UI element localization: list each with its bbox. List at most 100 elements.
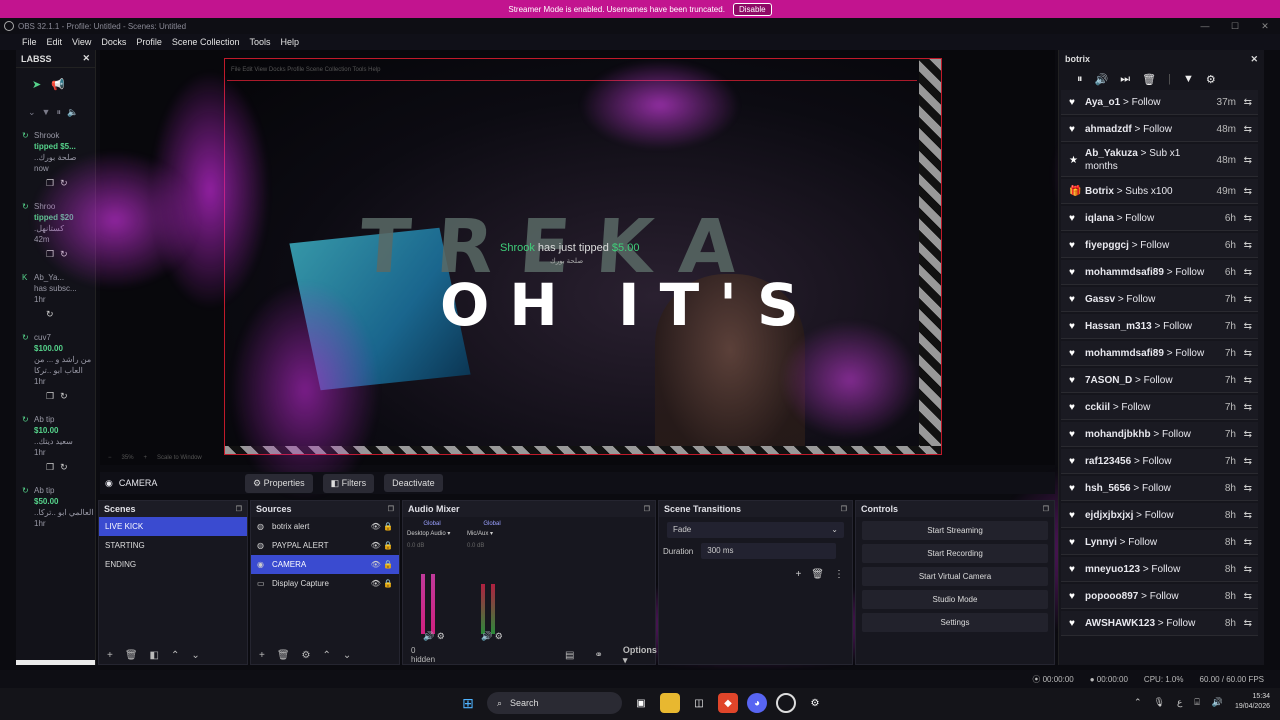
- replay-icon[interactable]: ↻: [60, 249, 68, 260]
- brave-icon[interactable]: ◆: [718, 693, 738, 713]
- replay-icon[interactable]: ⇆: [1244, 240, 1252, 251]
- menu-docks[interactable]: Docks: [101, 37, 126, 47]
- menu-help[interactable]: Help: [280, 37, 299, 47]
- chevron-up-icon[interactable]: ⌃: [1134, 697, 1142, 708]
- program-preview[interactable]: File Edit View Docks Profile Scene Colle…: [224, 58, 942, 455]
- obs-icon[interactable]: [776, 693, 796, 713]
- event-row[interactable]: ♥ mneyuo123 > Follow 8h ⇆: [1061, 557, 1258, 582]
- mixer-layout-icon[interactable]: ▤: [565, 650, 574, 661]
- maximize-icon[interactable]: ☐: [1220, 18, 1250, 34]
- chevron-down-icon[interactable]: ⌄: [343, 650, 351, 661]
- trash-icon[interactable]: 🗑: [811, 569, 824, 580]
- start-recording-button[interactable]: Start Recording: [862, 544, 1048, 563]
- close-icon[interactable]: ✕: [1250, 54, 1258, 65]
- mute-icon[interactable]: 🔊 ⚙: [423, 631, 445, 642]
- add-icon[interactable]: +: [795, 569, 801, 580]
- replay-icon[interactable]: ↻: [46, 309, 54, 320]
- copy-icon[interactable]: ❐: [46, 462, 54, 473]
- event-row[interactable]: ♥ cckiil > Follow 7h ⇆: [1061, 395, 1258, 420]
- copy-icon[interactable]: ❐: [46, 178, 54, 189]
- source-item[interactable]: ◍ botrix alert 👁 🔒: [251, 517, 399, 536]
- file-explorer-icon[interactable]: [660, 693, 680, 713]
- scene-item[interactable]: LIVE KICK: [99, 517, 247, 536]
- undock-icon[interactable]: ❐: [236, 505, 242, 513]
- trash-icon[interactable]: 🗑: [277, 650, 290, 661]
- replay-icon[interactable]: ⇆: [1244, 348, 1252, 359]
- clock[interactable]: 15:34 19/04/2026: [1235, 692, 1270, 712]
- filter-icon[interactable]: ▼: [1183, 73, 1194, 85]
- options-button[interactable]: Options ▾: [623, 645, 657, 666]
- horizontal-scrollbar[interactable]: [16, 660, 95, 665]
- copy-icon[interactable]: ❐: [46, 391, 54, 402]
- close-icon[interactable]: ✕: [82, 53, 90, 64]
- studio-mode-button[interactable]: Studio Mode: [862, 590, 1048, 609]
- event-row[interactable]: ♥ ejdjxjbxjxj > Follow 8h ⇆: [1061, 503, 1258, 528]
- chevron-up-icon[interactable]: ⌃: [171, 650, 179, 661]
- gear-icon[interactable]: ⚙: [302, 650, 311, 661]
- replay-icon[interactable]: ⇆: [1244, 213, 1252, 224]
- mute-icon[interactable]: 🔊 ⚙: [481, 631, 503, 642]
- menu-view[interactable]: View: [72, 37, 91, 47]
- minimize-icon[interactable]: —: [1190, 18, 1220, 34]
- event-row[interactable]: ♥ AWSHAWK123 > Follow 8h ⇆: [1061, 611, 1258, 636]
- event-row[interactable]: ♥ Lynnyi > Follow 8h ⇆: [1061, 530, 1258, 555]
- chevron-up-icon[interactable]: ⌃: [323, 650, 331, 661]
- menu-scene-collection[interactable]: Scene Collection: [172, 37, 240, 47]
- filters-button[interactable]: ◧ Filters: [322, 473, 375, 493]
- replay-icon[interactable]: ⇆: [1244, 402, 1252, 413]
- undock-icon[interactable]: ❐: [841, 505, 847, 513]
- source-item[interactable]: ◍ PAYPAL ALERT 👁 🔒: [251, 536, 399, 555]
- event-row[interactable]: ♥ raf123456 > Follow 7h ⇆: [1061, 449, 1258, 474]
- trash-icon[interactable]: 🗑: [125, 650, 138, 661]
- menu-tools[interactable]: Tools: [249, 37, 270, 47]
- replay-icon[interactable]: ⇆: [1244, 186, 1252, 197]
- replay-icon[interactable]: ⇆: [1244, 321, 1252, 332]
- task-view-icon[interactable]: ▣: [631, 693, 651, 713]
- replay-icon[interactable]: ⇆: [1244, 456, 1252, 467]
- pause-icon[interactable]: ⏸: [56, 107, 61, 118]
- event-row[interactable]: ♥ mohammdsafi89 > Follow 7h ⇆: [1061, 341, 1258, 366]
- replay-icon[interactable]: ↻: [60, 178, 68, 189]
- network-icon[interactable]: ⌸: [1194, 697, 1199, 708]
- event-row[interactable]: ♥ mohandjbkhb > Follow 7h ⇆: [1061, 422, 1258, 447]
- replay-icon[interactable]: ⇆: [1244, 375, 1252, 386]
- settings-button[interactable]: Settings: [862, 613, 1048, 632]
- event-row[interactable]: ♥ Gassv > Follow 7h ⇆: [1061, 287, 1258, 312]
- event-row[interactable]: 🎁 Botrix > Subs x100 49m ⇆: [1061, 179, 1258, 204]
- menu-profile[interactable]: Profile: [136, 37, 162, 47]
- replay-icon[interactable]: ⇆: [1244, 429, 1252, 440]
- event-row[interactable]: ♥ iqlana > Follow 6h ⇆: [1061, 206, 1258, 231]
- undock-icon[interactable]: ❐: [644, 505, 650, 513]
- event-row[interactable]: ♥ hsh_5656 > Follow 8h ⇆: [1061, 476, 1258, 501]
- replay-icon[interactable]: ⇆: [1244, 124, 1252, 135]
- menu-file[interactable]: File: [22, 37, 37, 47]
- windows-start-icon[interactable]: ⊞: [458, 693, 478, 713]
- trash-icon[interactable]: 🗑: [1142, 73, 1156, 86]
- store-icon[interactable]: ◫: [689, 693, 709, 713]
- close-icon[interactable]: ✕: [1250, 18, 1280, 34]
- event-row[interactable]: ♥ mohammdsafi89 > Follow 6h ⇆: [1061, 260, 1258, 285]
- replay-icon[interactable]: ⇆: [1244, 618, 1252, 629]
- replay-icon[interactable]: ⇆: [1244, 591, 1252, 602]
- replay-icon[interactable]: ⇆: [1244, 294, 1252, 305]
- event-row[interactable]: ★ Ab_Yakuza > Sub x1 months 48m ⇆: [1061, 144, 1258, 177]
- eye-lock-icons[interactable]: 👁 🔒: [371, 522, 393, 531]
- megaphone-icon[interactable]: 📢: [51, 78, 65, 91]
- microphone-icon[interactable]: 🎙: [1154, 697, 1165, 708]
- disable-button[interactable]: Disable: [732, 2, 772, 16]
- send-icon[interactable]: ➤: [32, 78, 41, 91]
- chevron-down-icon[interactable]: ⌄: [191, 650, 199, 661]
- zoom-in-icon[interactable]: +: [144, 455, 148, 461]
- more-icon[interactable]: ⋮: [834, 569, 844, 580]
- link-icon[interactable]: ⚭: [594, 650, 602, 661]
- volume-icon[interactable]: 🔊: [1095, 73, 1109, 86]
- replay-icon[interactable]: ⇆: [1244, 155, 1252, 166]
- replay-icon[interactable]: ⇆: [1244, 483, 1252, 494]
- add-icon[interactable]: +: [259, 650, 265, 661]
- replay-icon[interactable]: ⇆: [1244, 564, 1252, 575]
- replay-icon[interactable]: ⇆: [1244, 267, 1252, 278]
- volume-icon[interactable]: 🔈: [67, 107, 78, 118]
- eye-lock-icons[interactable]: 👁 🔒: [371, 560, 393, 569]
- filter-icon[interactable]: ▼: [42, 107, 51, 118]
- source-item[interactable]: ◉ CAMERA 👁 🔒: [251, 555, 399, 574]
